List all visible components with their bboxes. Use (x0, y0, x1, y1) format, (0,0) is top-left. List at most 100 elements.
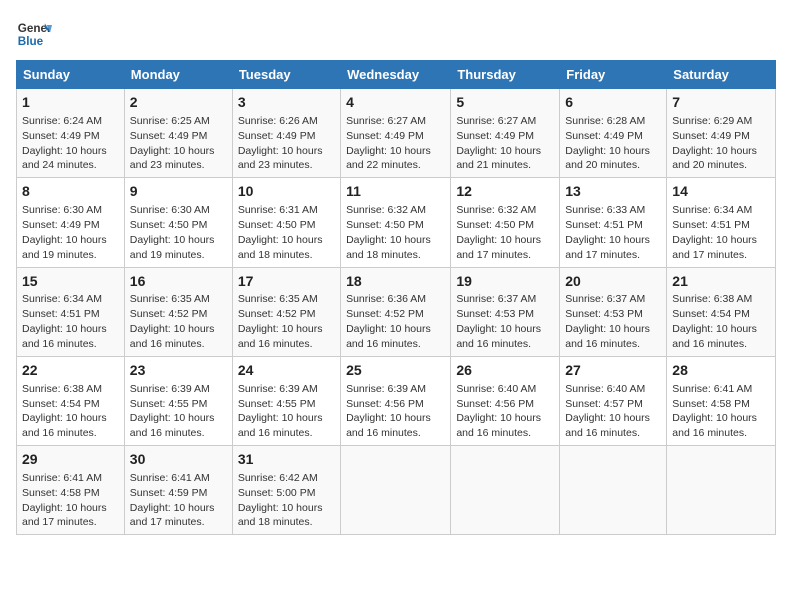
calendar-cell: 6 Sunrise: 6:28 AM Sunset: 4:49 PM Daylig… (560, 89, 667, 178)
calendar-cell (560, 446, 667, 535)
day-info: Sunrise: 6:38 AM Sunset: 4:54 PM Dayligh… (672, 293, 757, 350)
calendar-cell: 27 Sunrise: 6:40 AM Sunset: 4:57 PM Dayli… (560, 356, 667, 445)
day-number: 26 (456, 361, 554, 380)
day-number: 11 (346, 182, 445, 201)
calendar-cell: 7 Sunrise: 6:29 AM Sunset: 4:49 PM Daylig… (667, 89, 776, 178)
day-info: Sunrise: 6:31 AM Sunset: 4:50 PM Dayligh… (238, 204, 323, 261)
calendar-cell (451, 446, 560, 535)
calendar-cell (667, 446, 776, 535)
day-number: 20 (565, 272, 661, 291)
day-number: 30 (130, 450, 227, 469)
svg-text:Blue: Blue (18, 35, 44, 48)
day-info: Sunrise: 6:34 AM Sunset: 4:51 PM Dayligh… (22, 293, 107, 350)
calendar-cell: 24 Sunrise: 6:39 AM Sunset: 4:55 PM Dayli… (232, 356, 340, 445)
col-header-monday: Monday (124, 61, 232, 89)
day-number: 28 (672, 361, 770, 380)
calendar-cell: 25 Sunrise: 6:39 AM Sunset: 4:56 PM Dayli… (341, 356, 451, 445)
day-info: Sunrise: 6:40 AM Sunset: 4:57 PM Dayligh… (565, 383, 650, 440)
day-number: 24 (238, 361, 335, 380)
day-info: Sunrise: 6:32 AM Sunset: 4:50 PM Dayligh… (456, 204, 541, 261)
day-info: Sunrise: 6:37 AM Sunset: 4:53 PM Dayligh… (565, 293, 650, 350)
day-number: 6 (565, 93, 661, 112)
day-number: 18 (346, 272, 445, 291)
calendar-cell: 16 Sunrise: 6:35 AM Sunset: 4:52 PM Dayli… (124, 267, 232, 356)
day-number: 12 (456, 182, 554, 201)
calendar-week-3: 15Sunrise: 6:34 AM Sunset: 4:51 PM Dayli… (17, 267, 776, 356)
day-number: 14 (672, 182, 770, 201)
day-info: Sunrise: 6:29 AM Sunset: 4:49 PM Dayligh… (672, 115, 757, 172)
day-info: Sunrise: 6:40 AM Sunset: 4:56 PM Dayligh… (456, 383, 541, 440)
page-header: General Blue (16, 16, 776, 52)
day-info: Sunrise: 6:35 AM Sunset: 4:52 PM Dayligh… (130, 293, 215, 350)
logo-icon: General Blue (16, 16, 52, 52)
day-number: 16 (130, 272, 227, 291)
day-info: Sunrise: 6:35 AM Sunset: 4:52 PM Dayligh… (238, 293, 323, 350)
col-header-sunday: Sunday (17, 61, 125, 89)
day-info: Sunrise: 6:30 AM Sunset: 4:49 PM Dayligh… (22, 204, 107, 261)
day-info: Sunrise: 6:36 AM Sunset: 4:52 PM Dayligh… (346, 293, 431, 350)
day-number: 21 (672, 272, 770, 291)
day-number: 5 (456, 93, 554, 112)
calendar-cell: 1 Sunrise: 6:24 AM Sunset: 4:49 PM Daylig… (17, 89, 125, 178)
calendar-cell: 10 Sunrise: 6:31 AM Sunset: 4:50 PM Dayli… (232, 178, 340, 267)
calendar-table: SundayMondayTuesdayWednesdayThursdayFrid… (16, 60, 776, 535)
calendar-cell: 5 Sunrise: 6:27 AM Sunset: 4:49 PM Daylig… (451, 89, 560, 178)
day-info: Sunrise: 6:39 AM Sunset: 4:55 PM Dayligh… (238, 383, 323, 440)
col-header-thursday: Thursday (451, 61, 560, 89)
calendar-cell: 4Sunrise: 6:27 AM Sunset: 4:49 PM Daylig… (341, 89, 451, 178)
calendar-cell: 13Sunrise: 6:33 AM Sunset: 4:51 PM Dayli… (560, 178, 667, 267)
calendar-cell: 3 Sunrise: 6:26 AM Sunset: 4:49 PM Daylig… (232, 89, 340, 178)
calendar-cell: 22 Sunrise: 6:38 AM Sunset: 4:54 PM Dayli… (17, 356, 125, 445)
day-number: 17 (238, 272, 335, 291)
day-info: Sunrise: 6:34 AM Sunset: 4:51 PM Dayligh… (672, 204, 757, 261)
day-info: Sunrise: 6:32 AM Sunset: 4:50 PM Dayligh… (346, 204, 431, 261)
day-info: Sunrise: 6:27 AM Sunset: 4:49 PM Dayligh… (346, 115, 431, 172)
calendar-cell: 15Sunrise: 6:34 AM Sunset: 4:51 PM Dayli… (17, 267, 125, 356)
day-info: Sunrise: 6:28 AM Sunset: 4:49 PM Dayligh… (565, 115, 650, 172)
day-info: Sunrise: 6:26 AM Sunset: 4:49 PM Dayligh… (238, 115, 323, 172)
day-info: Sunrise: 6:24 AM Sunset: 4:49 PM Dayligh… (22, 115, 107, 172)
day-number: 3 (238, 93, 335, 112)
day-info: Sunrise: 6:30 AM Sunset: 4:50 PM Dayligh… (130, 204, 215, 261)
day-info: Sunrise: 6:41 AM Sunset: 4:58 PM Dayligh… (672, 383, 757, 440)
logo: General Blue (16, 16, 52, 52)
calendar-cell: 26 Sunrise: 6:40 AM Sunset: 4:56 PM Dayli… (451, 356, 560, 445)
day-number: 31 (238, 450, 335, 469)
calendar-cell: 29Sunrise: 6:41 AM Sunset: 4:58 PM Dayli… (17, 446, 125, 535)
col-header-saturday: Saturday (667, 61, 776, 89)
col-header-wednesday: Wednesday (341, 61, 451, 89)
day-info: Sunrise: 6:37 AM Sunset: 4:53 PM Dayligh… (456, 293, 541, 350)
day-number: 1 (22, 93, 119, 112)
day-number: 13 (565, 182, 661, 201)
calendar-cell: 23Sunrise: 6:39 AM Sunset: 4:55 PM Dayli… (124, 356, 232, 445)
calendar-header: SundayMondayTuesdayWednesdayThursdayFrid… (17, 61, 776, 89)
day-number: 29 (22, 450, 119, 469)
calendar-cell: 19 Sunrise: 6:37 AM Sunset: 4:53 PM Dayli… (451, 267, 560, 356)
calendar-cell: 17 Sunrise: 6:35 AM Sunset: 4:52 PM Dayli… (232, 267, 340, 356)
calendar-cell: 2Sunrise: 6:25 AM Sunset: 4:49 PM Daylig… (124, 89, 232, 178)
col-header-tuesday: Tuesday (232, 61, 340, 89)
day-number: 27 (565, 361, 661, 380)
calendar-cell: 8 Sunrise: 6:30 AM Sunset: 4:49 PM Daylig… (17, 178, 125, 267)
day-number: 9 (130, 182, 227, 201)
day-info: Sunrise: 6:39 AM Sunset: 4:56 PM Dayligh… (346, 383, 431, 440)
day-number: 2 (130, 93, 227, 112)
day-number: 8 (22, 182, 119, 201)
day-info: Sunrise: 6:38 AM Sunset: 4:54 PM Dayligh… (22, 383, 107, 440)
day-number: 22 (22, 361, 119, 380)
calendar-week-2: 8 Sunrise: 6:30 AM Sunset: 4:49 PM Daylig… (17, 178, 776, 267)
calendar-cell: 14 Sunrise: 6:34 AM Sunset: 4:51 PM Dayli… (667, 178, 776, 267)
day-number: 10 (238, 182, 335, 201)
calendar-week-5: 29Sunrise: 6:41 AM Sunset: 4:58 PM Dayli… (17, 446, 776, 535)
day-number: 7 (672, 93, 770, 112)
day-number: 19 (456, 272, 554, 291)
day-info: Sunrise: 6:27 AM Sunset: 4:49 PM Dayligh… (456, 115, 541, 172)
day-number: 25 (346, 361, 445, 380)
calendar-week-1: 1 Sunrise: 6:24 AM Sunset: 4:49 PM Daylig… (17, 89, 776, 178)
day-info: Sunrise: 6:41 AM Sunset: 4:59 PM Dayligh… (130, 472, 215, 529)
calendar-cell: 30 Sunrise: 6:41 AM Sunset: 4:59 PM Dayli… (124, 446, 232, 535)
calendar-cell: 31Sunrise: 6:42 AM Sunset: 5:00 PM Dayli… (232, 446, 340, 535)
day-info: Sunrise: 6:39 AM Sunset: 4:55 PM Dayligh… (130, 383, 215, 440)
calendar-cell: 9 Sunrise: 6:30 AM Sunset: 4:50 PM Daylig… (124, 178, 232, 267)
calendar-cell: 20 Sunrise: 6:37 AM Sunset: 4:53 PM Dayli… (560, 267, 667, 356)
